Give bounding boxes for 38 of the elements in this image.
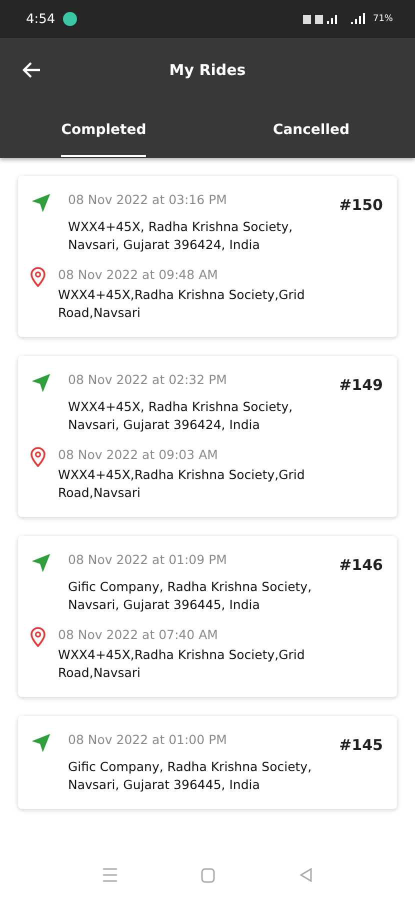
navigation-arrow-icon: [30, 372, 52, 394]
ride-time: 08 Nov 2022 at 09:03 AM: [58, 447, 218, 462]
home-icon[interactable]: [201, 868, 216, 882]
navigation-arrow-icon: [30, 192, 52, 214]
ride-address: WXX4+45X, Radha Krishna Society, Navsari, Gujarat 396424, India: [68, 398, 294, 433]
menu-icon[interactable]: [102, 868, 118, 882]
ride-time: 08 Nov 2022 at 01:09 PM: [68, 552, 227, 567]
ride-address: WXX4+45X,Radha Krishna Society,Grid Road,Navsari: [58, 286, 306, 321]
tab[interactable]: Completed: [0, 102, 208, 158]
ride-number: #149: [339, 376, 383, 394]
navigation-arrow-icon: [30, 552, 52, 574]
location-pin-icon: [30, 267, 46, 287]
status-time: 4:54: [26, 12, 56, 26]
ride-number: #146: [339, 556, 383, 574]
ride-card[interactable]: 08 Nov 2022 at 01:00 PM #145 Gific Company, Radha Krishna Society, Navsari, Gujarat 396445, India: [18, 716, 397, 809]
ride-number: #145: [339, 736, 383, 754]
ride-card[interactable]: 08 Nov 2022 at 02:32 PM #149 WXX4+45X, Radha Krishna Society, Navsari, Gujarat 396424, India 08 Nov 2022 at 09:03 AM WXX4+45X,Radha Krishna Society,Grid Road,Navsari: [18, 356, 397, 517]
ride-time: 08 Nov 2022 at 07:40 AM: [58, 627, 218, 642]
ride-address: WXX4+45X,Radha Krishna Society,Grid Road,Navsari: [58, 466, 306, 501]
battery-level: 71%: [372, 14, 393, 24]
location-pin-icon: [30, 627, 46, 647]
ride-time: 08 Nov 2022 at 01:00 PM: [68, 732, 227, 747]
location-pin-icon: [30, 447, 46, 467]
ride-card[interactable]: 08 Nov 2022 at 01:09 PM #146 Gific Company, Radha Krishna Society, Navsari, Gujarat 396445, India 08 Nov 2022 at 07:40 AM WXX4+45X,Radha Krishna Society,Grid Road,Navsari: [18, 536, 397, 697]
ride-address: Gific Company, Radha Krishna Society, Navsari, Gujarat 396445, India: [68, 758, 313, 793]
ride-number: #150: [339, 196, 383, 214]
ride-address: WXX4+45X,Radha Krishna Society,Grid Road,Navsari: [58, 646, 306, 681]
navigation-arrow-icon: [30, 732, 52, 754]
back-icon[interactable]: [299, 868, 314, 882]
ride-address: Gific Company, Radha Krishna Society, Navsari, Gujarat 396445, India: [68, 578, 313, 613]
page-title: My Rides: [169, 61, 246, 79]
ride-time: 08 Nov 2022 at 03:16 PM: [68, 192, 227, 207]
ride-time: 08 Nov 2022 at 02:32 PM: [68, 372, 227, 387]
tab[interactable]: Cancelled: [208, 102, 415, 158]
ride-address: WXX4+45X, Radha Krishna Society, Navsari, Gujarat 396424, India: [68, 218, 294, 253]
app-notification-icon: [63, 12, 78, 26]
ride-card[interactable]: 08 Nov 2022 at 03:16 PM #150 WXX4+45X, Radha Krishna Society, Navsari, Gujarat 396424, India 08 Nov 2022 at 09:48 AM WXX4+45X,Radha Krishna Society,Grid Road,Navsari: [18, 176, 397, 337]
ride-time: 08 Nov 2022 at 09:48 AM: [58, 267, 218, 282]
